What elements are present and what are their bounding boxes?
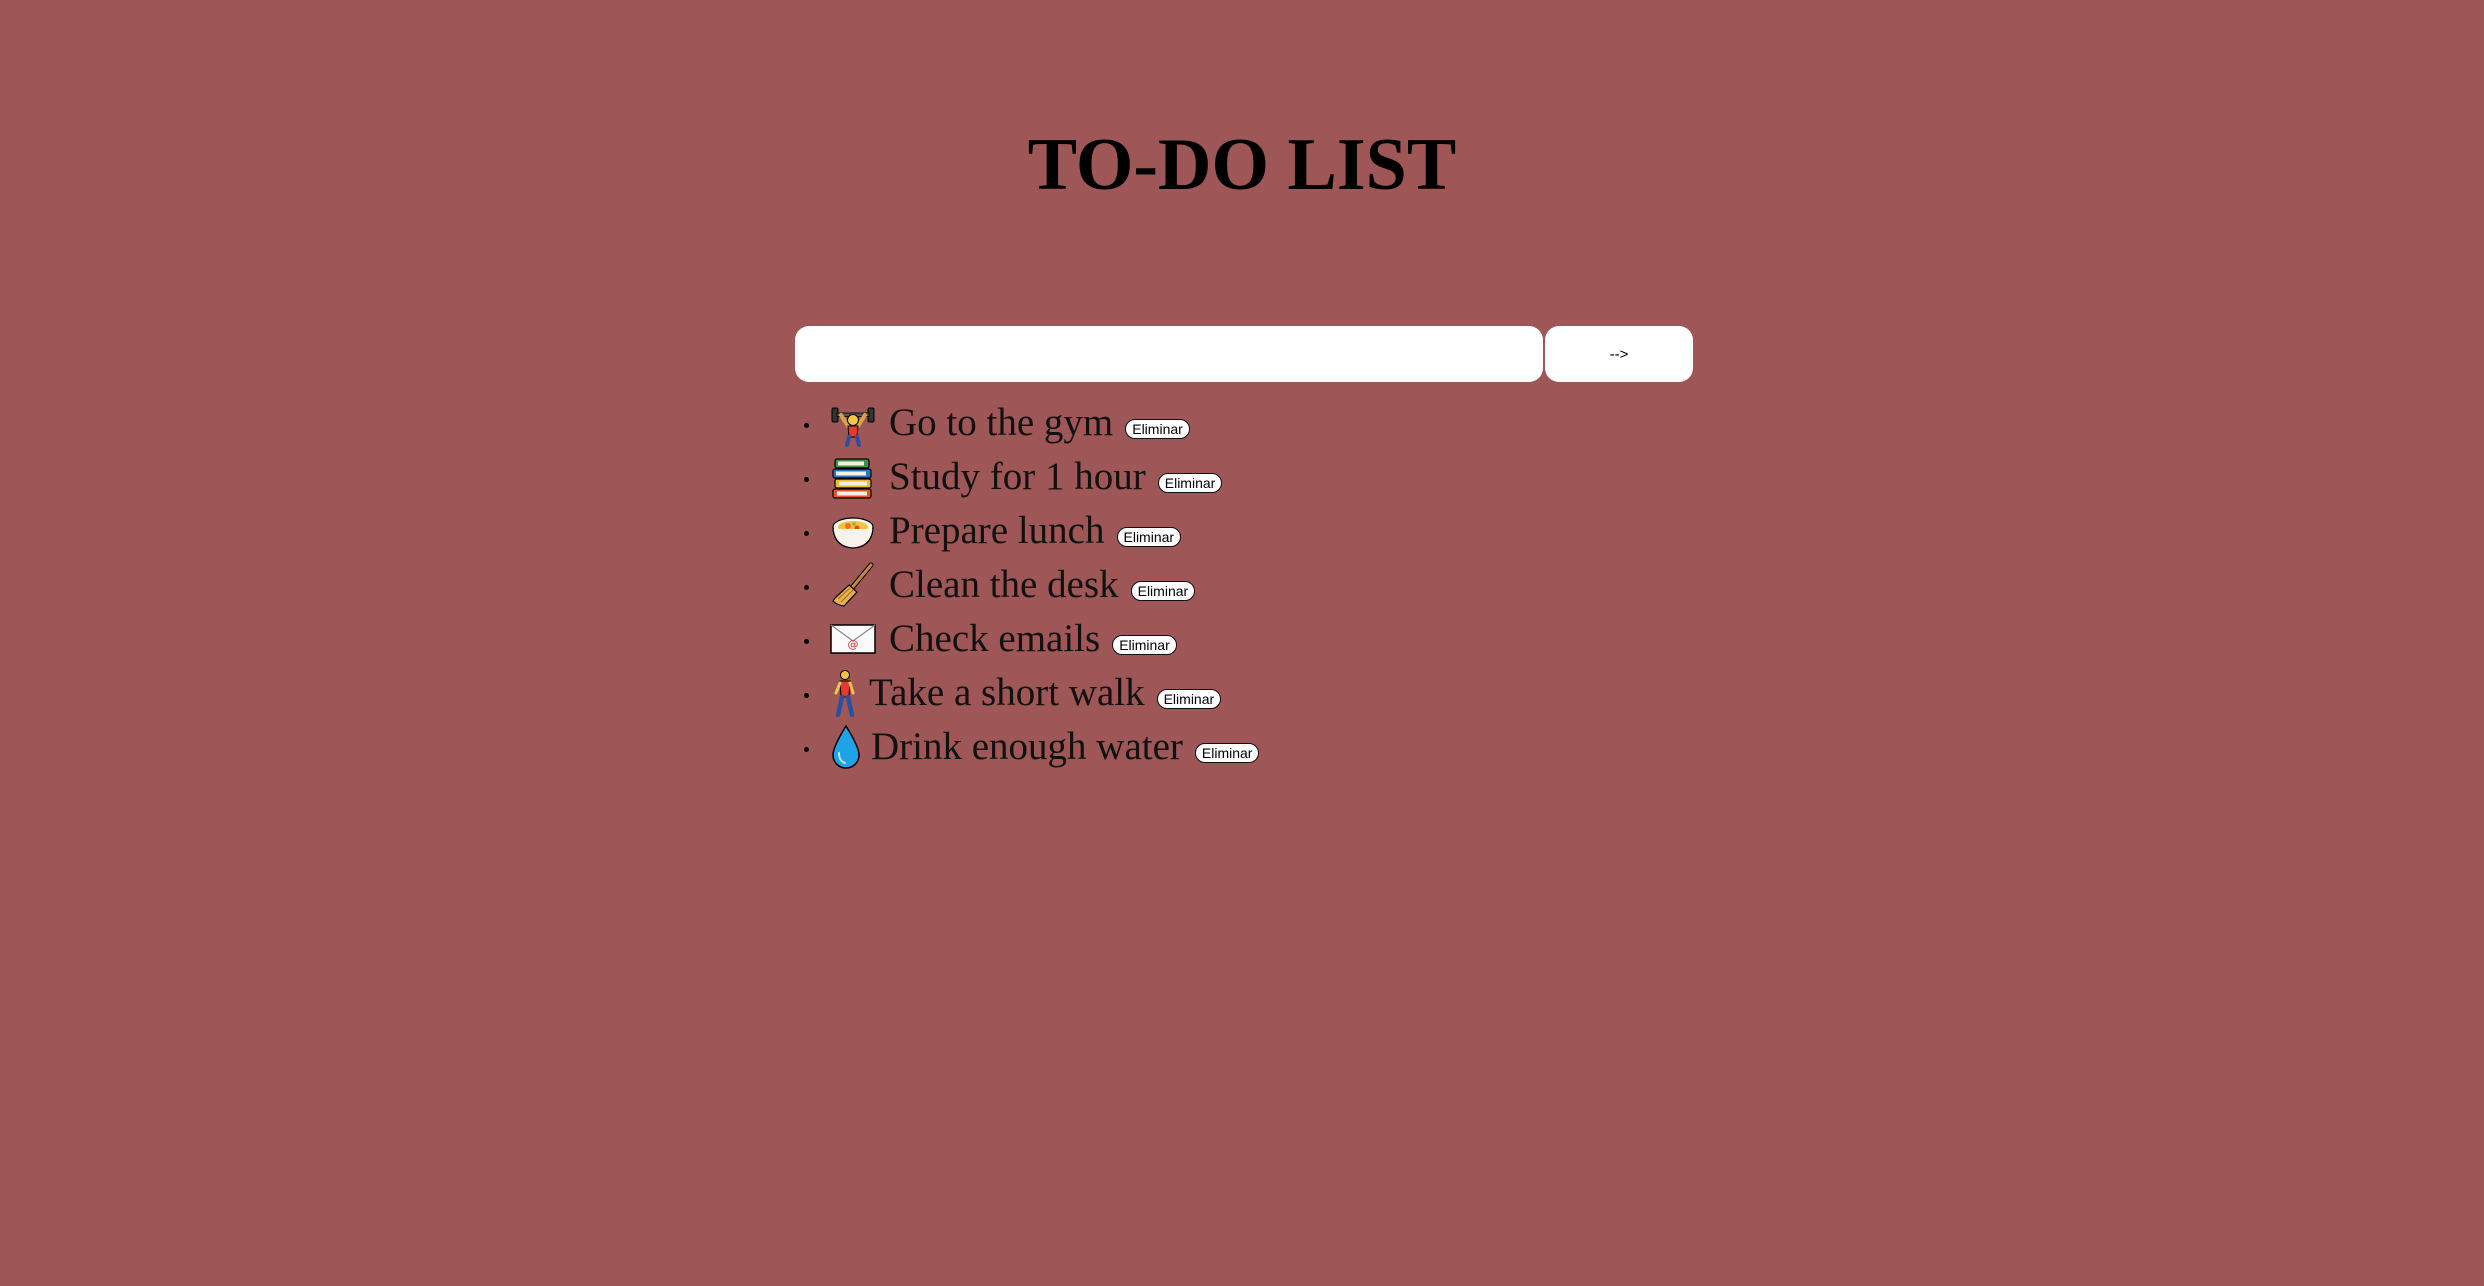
list-item: Take a short walk Eliminar (795, 666, 1259, 720)
bullet (804, 477, 809, 482)
list-item: Drink enough water Eliminar (795, 720, 1260, 774)
walking-person-icon (829, 669, 859, 717)
list-item: @ Check emails Eliminar (795, 612, 1259, 666)
delete-button[interactable]: Eliminar (1157, 473, 1223, 493)
delete-button[interactable]: Eliminar (1194, 743, 1260, 763)
books-icon (829, 453, 877, 501)
food-bowl-icon (829, 507, 877, 555)
task-list: Go to the gym Eliminar Study for 1 hour … (795, 396, 1260, 774)
delete-button[interactable]: Eliminar (1112, 635, 1177, 655)
list-item: Clean the desk Eliminar (795, 558, 1259, 612)
bullet (804, 747, 809, 752)
list-item: Study for 1 hour Eliminar (795, 450, 1259, 504)
email-envelope-icon: @ (829, 615, 877, 663)
bullet (804, 585, 809, 590)
weightlifter-icon (829, 399, 877, 447)
list-item: Prepare lunch Eliminar (795, 504, 1259, 558)
task-text: Take a short walk (869, 671, 1145, 714)
bullet (804, 423, 809, 428)
bullet (804, 639, 809, 644)
delete-button[interactable]: Eliminar (1130, 581, 1196, 601)
delete-button[interactable]: Eliminar (1116, 527, 1182, 547)
task-text: Drink enough water (871, 725, 1183, 768)
delete-button[interactable]: Eliminar (1125, 419, 1190, 439)
task-text: Study for 1 hour (889, 455, 1146, 498)
add-task-button[interactable]: --> (1545, 326, 1693, 382)
task-text: Clean the desk (889, 563, 1119, 606)
task-input[interactable] (795, 326, 1543, 382)
task-text: Go to the gym (889, 401, 1114, 444)
broom-icon (829, 561, 877, 609)
list-item: Go to the gym Eliminar (795, 396, 1259, 450)
page-title: TO-DO LIST (1027, 124, 1457, 206)
delete-button[interactable]: Eliminar (1156, 689, 1222, 709)
water-drop-icon (829, 723, 863, 771)
svg-text:@: @ (848, 638, 859, 651)
bullet (804, 531, 809, 536)
task-text: Check emails (889, 617, 1101, 660)
task-text: Prepare lunch (889, 509, 1105, 552)
bullet (804, 693, 809, 698)
